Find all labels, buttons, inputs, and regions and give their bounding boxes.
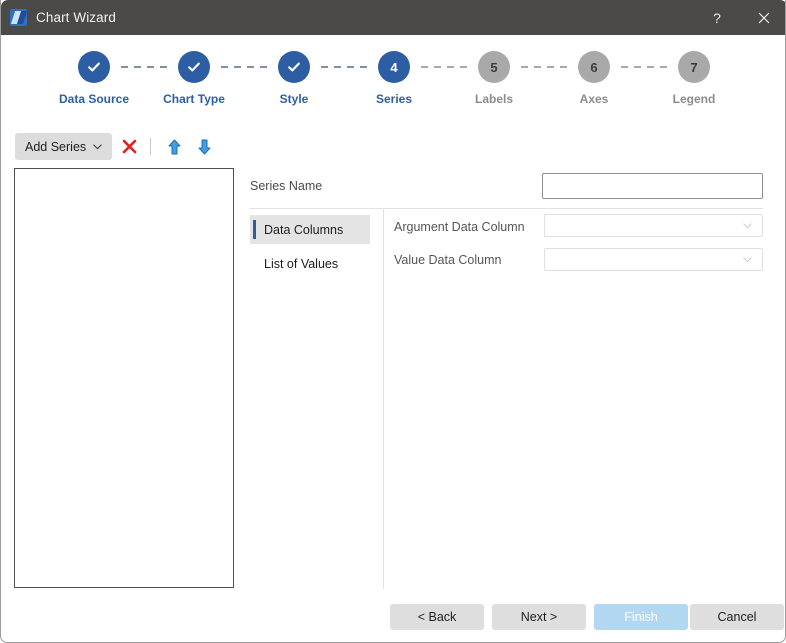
step-3-circle [278, 51, 310, 83]
help-button[interactable]: ? [694, 0, 740, 35]
toolbar-separator [150, 138, 152, 155]
check-icon [188, 62, 200, 72]
finish-button[interactable]: Finish [594, 604, 688, 630]
window-title: Chart Wizard [36, 10, 116, 25]
argument-data-column-label: Argument Data Column [394, 220, 525, 234]
chevron-down-icon [743, 256, 752, 262]
wizard-stepper: Data Source Chart Type Style 4 Series 5 … [1, 35, 785, 117]
chevron-down-icon [93, 143, 102, 149]
window-controls: ? [694, 0, 785, 35]
next-button[interactable]: Next > [492, 604, 586, 630]
step-7-circle: 7 [678, 51, 710, 83]
series-toolbar: Add Series [15, 133, 217, 160]
step-7-label: Legend [672, 92, 716, 106]
arrow-down-icon [198, 139, 211, 154]
step-1-circle [78, 51, 110, 83]
chart-wizard-app-icon [10, 9, 27, 26]
chart-wizard-window: Chart Wizard ? Data Source Chart Type St… [0, 0, 786, 643]
subtab-data-columns-label: Data Columns [264, 222, 344, 237]
subtab-list-of-values[interactable]: List of Values [250, 249, 370, 278]
step-2-circle [178, 51, 210, 83]
series-name-input[interactable] [542, 173, 763, 199]
argument-data-column-dropdown[interactable] [544, 214, 763, 237]
value-data-column-dropdown[interactable] [544, 248, 763, 271]
step-6-number: 6 [590, 59, 598, 75]
step-3-label: Style [279, 92, 309, 106]
step-5-label: Labels [474, 92, 513, 106]
delete-x-icon [122, 139, 136, 154]
form-vertical-divider [383, 209, 384, 589]
cancel-button[interactable]: Cancel [690, 604, 784, 630]
step-axes[interactable]: 6 Axes [544, 51, 644, 106]
add-series-label: Add Series [25, 139, 87, 154]
step-style[interactable]: Style [244, 51, 344, 106]
arrow-up-icon [168, 139, 181, 154]
check-icon [88, 62, 100, 72]
wizard-footer: < Back Next > Finish Cancel [1, 597, 785, 642]
subtab-list-of-values-label: List of Values [264, 256, 339, 271]
question-mark-icon: ? [713, 9, 721, 26]
step-5-circle: 5 [478, 51, 510, 83]
subtab-data-columns[interactable]: Data Columns [250, 215, 370, 244]
step-data-source[interactable]: Data Source [44, 51, 144, 106]
step-legend[interactable]: 7 Legend [644, 51, 744, 106]
form-horizontal-divider [249, 208, 763, 209]
step-series[interactable]: 4 Series [344, 51, 444, 106]
back-button[interactable]: < Back [390, 604, 484, 630]
close-icon [758, 12, 769, 23]
add-series-button[interactable]: Add Series [15, 133, 113, 160]
step-4-circle: 4 [378, 51, 410, 83]
value-data-column-label: Value Data Column [394, 253, 502, 267]
step-4-label: Series [375, 92, 413, 106]
step-1-label: Data Source [58, 92, 130, 106]
series-subtab-list: Data Columns List of Values [250, 215, 370, 278]
step-4-number: 4 [390, 59, 398, 75]
chevron-down-icon [743, 222, 752, 228]
series-name-label: Series Name [250, 179, 323, 193]
step-chart-type[interactable]: Chart Type [144, 51, 244, 106]
delete-series-button[interactable] [116, 134, 142, 160]
title-bar: Chart Wizard ? [1, 0, 785, 35]
close-button[interactable] [740, 0, 785, 35]
step-5-number: 5 [490, 59, 498, 75]
check-icon [288, 62, 300, 72]
move-series-up-button[interactable] [161, 134, 187, 160]
series-list-box[interactable] [14, 168, 234, 588]
step-labels[interactable]: 5 Labels [444, 51, 544, 106]
move-series-down-button[interactable] [191, 134, 217, 160]
step-7-number: 7 [690, 59, 698, 75]
step-6-label: Axes [579, 92, 609, 106]
step-6-circle: 6 [578, 51, 610, 83]
step-2-label: Chart Type [163, 92, 225, 106]
